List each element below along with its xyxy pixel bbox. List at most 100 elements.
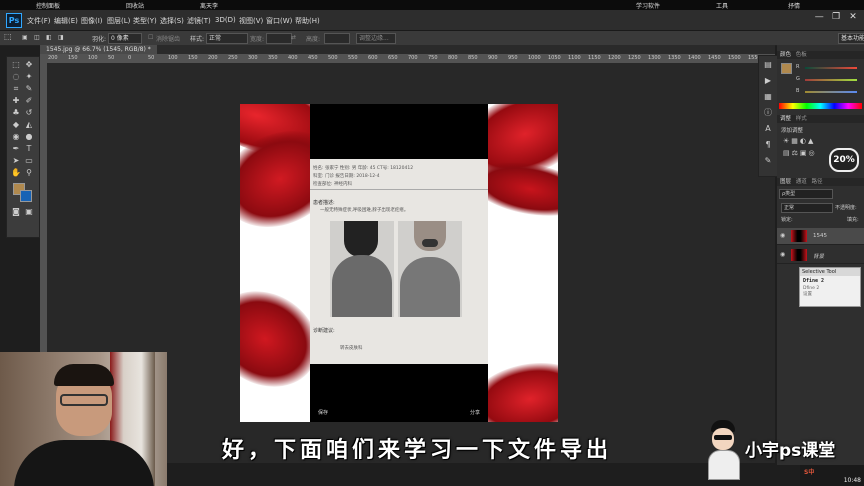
menu-help[interactable]: 帮助(H)	[295, 16, 320, 26]
zoom-tool-icon[interactable]: ⚲	[24, 168, 34, 177]
r-slider[interactable]	[805, 67, 857, 69]
properties-panel-icon[interactable]: ▦	[763, 92, 773, 101]
character-panel-icon[interactable]: A	[763, 124, 773, 133]
blur-tool-icon[interactable]: ◉	[11, 132, 21, 141]
subtract-selection-icon[interactable]: ◧	[46, 34, 52, 41]
type-tool-icon[interactable]: T	[24, 144, 34, 153]
ruler-tick-label: 350	[268, 55, 278, 61]
path-select-icon[interactable]: ➤	[11, 156, 21, 165]
eraser-tool-icon[interactable]: ◆	[11, 120, 21, 129]
menu-image[interactable]: 图像(I)	[81, 16, 103, 26]
eye-icon[interactable]: ◉	[780, 232, 785, 239]
menu-filter[interactable]: 滤镜(T)	[187, 16, 211, 26]
tab-swatches[interactable]: 色板	[796, 52, 807, 58]
new-selection-icon[interactable]: ▣	[22, 34, 28, 41]
quick-mask-icon[interactable]: ◙	[11, 207, 21, 216]
layer-row[interactable]: ◉ 1545	[777, 228, 864, 245]
clone-stamp-icon[interactable]: ♣	[11, 108, 21, 117]
menu-view[interactable]: 视图(V)	[239, 16, 263, 26]
swap-icon[interactable]: ⇄	[291, 34, 296, 41]
tab-paths[interactable]: 路径	[812, 179, 823, 185]
adjustment-icons-row2[interactable]: ▤⚖▣◎	[783, 149, 817, 157]
refine-edge-button[interactable]: 调整边缘...	[356, 33, 396, 44]
lasso-tool-icon[interactable]: ◌	[11, 72, 21, 81]
play-actions-icon[interactable]: ▶	[763, 76, 773, 85]
desktop-item[interactable]: 离天李	[200, 1, 218, 10]
screen-mode-icon[interactable]: ▣	[24, 207, 34, 216]
ruler-tick-label: 0	[128, 55, 132, 61]
desktop-item[interactable]: 工具	[716, 1, 728, 10]
desktop-item[interactable]: 学习软件	[636, 1, 660, 10]
eye-icon[interactable]: ◉	[780, 251, 785, 258]
document-tab[interactable]: 1545.jpg @ 66.7% (1545, RGB/8) *	[40, 45, 157, 54]
paint-bucket-icon[interactable]: ◭	[24, 120, 34, 129]
color-spectrum[interactable]	[779, 103, 862, 109]
g-slider[interactable]	[805, 79, 857, 81]
menu-window[interactable]: 窗口(W)	[266, 16, 292, 26]
tab-adjustments[interactable]: 调整	[780, 116, 791, 122]
move-tool-icon[interactable]: ✥	[24, 60, 34, 69]
adjustment-icons-row1[interactable]: ☀▦◐▲	[783, 137, 815, 145]
hand-tool-icon[interactable]: ✋	[11, 168, 21, 177]
width-input[interactable]	[266, 33, 292, 44]
antialias-checkbox[interactable]: ☐	[148, 34, 153, 41]
menu-3d[interactable]: 3D(D)	[215, 16, 236, 24]
ruler-tick-label: 550	[348, 55, 358, 61]
menu-edit[interactable]: 编辑(E)	[54, 16, 78, 26]
layer-kind-filter[interactable]: ρ类型	[779, 189, 833, 199]
style-select[interactable]: 正常	[206, 33, 248, 44]
layer-name[interactable]: 背景	[813, 252, 824, 260]
feather-input[interactable]: 0 像素	[108, 33, 142, 44]
height-input[interactable]	[324, 33, 350, 44]
fg-color-chip[interactable]	[781, 63, 792, 74]
desktop-item[interactable]: 回收站	[126, 1, 144, 10]
history-panel-icon[interactable]: ▤	[763, 60, 773, 69]
ruler-tick-label: 150	[188, 55, 198, 61]
pen-tool-icon[interactable]: ✒	[11, 144, 21, 153]
document-image[interactable]: 姓名: 张家宁 性别: 男 年龄: 45 CT号: 18120412 科室: 门…	[240, 104, 558, 422]
dodge-tool-icon[interactable]: ●	[24, 132, 34, 141]
save-label[interactable]: 保存	[318, 409, 328, 416]
magic-wand-icon[interactable]: ✦	[24, 72, 34, 81]
layer-row[interactable]: ◉ 背景	[777, 247, 864, 264]
menu-type[interactable]: 类型(Y)	[133, 16, 157, 26]
blend-mode-select[interactable]: 正常	[781, 203, 833, 213]
healing-brush-icon[interactable]: ✚	[11, 96, 21, 105]
share-label[interactable]: 分享	[470, 409, 480, 416]
b-slider[interactable]	[805, 91, 857, 93]
photoshop-logo: Ps	[6, 13, 22, 28]
marquee-tool-icon[interactable]: ⬚	[11, 60, 21, 69]
brush-panel-icon[interactable]: ✎	[763, 156, 773, 165]
menu-select[interactable]: 选择(S)	[160, 16, 184, 26]
workspace-select[interactable]: 基本功能	[838, 33, 864, 44]
desktop-item[interactable]: 抒情	[788, 1, 800, 10]
menu-layer[interactable]: 图层(L)	[107, 16, 130, 26]
tab-layers[interactable]: 图层	[780, 179, 791, 185]
menu-file[interactable]: 文件(F)	[27, 16, 51, 26]
ruler-tick-label: 900	[488, 55, 498, 61]
intersect-selection-icon[interactable]: ◨	[58, 34, 64, 41]
background-color-swatch[interactable]	[20, 190, 32, 202]
eyedropper-icon[interactable]: ✎	[24, 84, 34, 93]
info-panel-icon[interactable]: ⓘ	[763, 108, 773, 117]
marquee-tool-icon[interactable]: ⬚	[4, 32, 12, 41]
rectangle-tool-icon[interactable]: ▭	[24, 156, 34, 165]
add-selection-icon[interactable]: ◫	[34, 34, 40, 41]
restore-button[interactable]: ❐	[829, 12, 843, 22]
paragraph-panel-icon[interactable]: ¶	[763, 140, 773, 149]
layer-name[interactable]: 1545	[813, 233, 827, 239]
tab-color[interactable]: 颜色	[780, 52, 791, 58]
desktop-item[interactable]: 控制面板	[36, 1, 60, 10]
close-button[interactable]: ✕	[846, 12, 860, 22]
selective-tool-value[interactable]: Dfine 2	[800, 276, 860, 286]
selective-tool-settings[interactable]: 设置	[800, 291, 860, 297]
neck-back-photo	[330, 221, 394, 317]
history-brush-icon[interactable]: ↺	[24, 108, 34, 117]
diagnosis-title: 诊断建议:	[313, 328, 335, 334]
brush-tool-icon[interactable]: ✐	[24, 96, 34, 105]
tab-styles[interactable]: 样式	[796, 116, 807, 122]
ime-indicator[interactable]: S中	[804, 467, 814, 476]
tab-channels[interactable]: 通道	[796, 179, 807, 185]
crop-tool-icon[interactable]: ⌗	[11, 84, 21, 93]
minimize-button[interactable]: —	[812, 12, 826, 22]
